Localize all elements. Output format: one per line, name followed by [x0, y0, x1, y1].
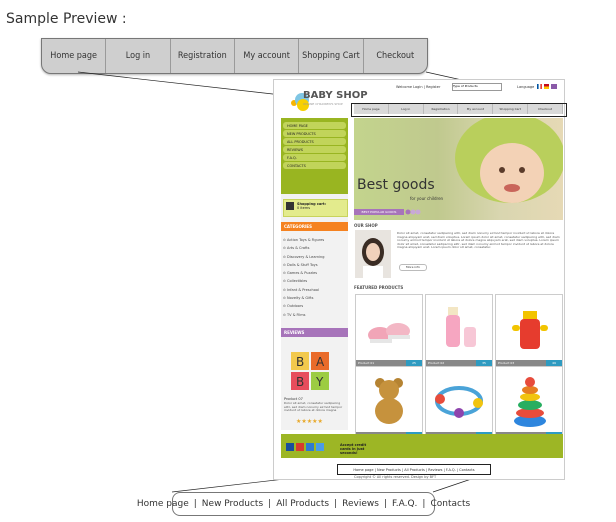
cards-text: Accept credit cards in just seconds!: [340, 443, 367, 455]
more-info-button[interactable]: More info: [399, 264, 427, 271]
magnified-top-menu: Home page Log in Registration My account…: [41, 38, 428, 74]
left-nav-home[interactable]: HOME PAGE: [283, 122, 346, 129]
product-name: Product 02: [428, 361, 445, 365]
logo-text: BABY SHOP: [303, 90, 368, 101]
separator: |: [383, 499, 387, 509]
our-shop-heading: OUR SHOP: [354, 223, 378, 228]
footer-new-products[interactable]: New Products: [202, 499, 263, 509]
shop-description: Dolor sit amet, consetetur sadipscing el…: [397, 231, 560, 250]
svg-text:A: A: [316, 355, 325, 369]
left-nav-all-products[interactable]: ALL PRODUCTS: [283, 138, 346, 145]
hero-subtitle: for your children: [410, 196, 444, 201]
left-nav-contacts[interactable]: CONTACTS: [283, 162, 346, 169]
baby-bottle-image: [446, 307, 476, 347]
separator: |: [422, 499, 426, 509]
svg-text:B: B: [296, 355, 304, 369]
logo-subtitle: ONLINE CHILDREN'S SHOP: [303, 102, 343, 106]
sippy-cup-image: [512, 311, 548, 349]
baby-blocks-image[interactable]: B A B Y: [291, 352, 329, 390]
slider-dots-icon[interactable]: [405, 209, 421, 215]
shoes-image: [368, 323, 410, 343]
hero-band-label: BEST POPULAR GOODS: [354, 209, 404, 215]
product-card[interactable]: Product 0527: [425, 366, 493, 439]
cart-items: 0 items: [297, 206, 311, 210]
category-item[interactable]: ⊙ Action Toys & Figures: [283, 236, 325, 244]
hero-title: Best goods: [357, 177, 435, 193]
footer-all-products[interactable]: All Products: [276, 499, 329, 509]
page-title: Sample Preview :: [6, 11, 127, 27]
categories-header: CATEGORIES: [281, 222, 348, 231]
magnified-footer-menu: Home page | New Products | All Products | R…: [137, 492, 470, 516]
product-card[interactable]: Product 0420: [355, 366, 423, 439]
credit-cards-icon: [286, 443, 324, 451]
category-item[interactable]: ⊙ Outdoors: [283, 302, 325, 310]
product-name: Product 01: [358, 361, 375, 365]
category-item[interactable]: ⊙ Arts & Crafts: [283, 244, 325, 252]
featured-products-heading: FEATURED PRODUCTS: [354, 285, 404, 290]
footer-faq[interactable]: F.A.Q.: [392, 499, 417, 509]
left-nav-faq[interactable]: F.A.Q.: [283, 154, 346, 161]
shop-photo-image: [355, 230, 391, 278]
product-name: Product 03: [498, 361, 515, 365]
product-card[interactable]: Product 02 35: [425, 294, 493, 367]
teddy-bear-image: [375, 378, 403, 424]
copyright: Copyright © All rights reserved. Design …: [354, 475, 437, 479]
category-list: ⊙ Action Toys & Figures ⊙ Arts & Crafts …: [283, 236, 325, 319]
cart-icon: [286, 202, 294, 210]
separator: |: [334, 499, 338, 509]
separator: |: [193, 499, 197, 509]
language-flags-icon[interactable]: [537, 84, 557, 89]
menu-checkout[interactable]: Checkout: [364, 39, 427, 73]
login-register-links[interactable]: Welcome Login | Register: [396, 85, 440, 89]
menu-shopping-cart[interactable]: Shopping Cart: [299, 39, 364, 73]
product-card[interactable]: Product 03 49: [495, 294, 563, 367]
product-type-select[interactable]: Type of Products: [452, 83, 502, 91]
nav-highlight-box: [351, 103, 567, 117]
category-item[interactable]: ⊙ Novelty & Gifts: [283, 294, 325, 302]
separator: |: [268, 499, 272, 509]
category-item[interactable]: ⊙ TV & Films: [283, 311, 325, 319]
svg-text:Y: Y: [315, 375, 324, 389]
review-text: Dolor sit amet, consetetur sadipscing el…: [284, 401, 343, 413]
review-rating-stars: ★★★★★: [296, 418, 323, 425]
left-nav-reviews[interactable]: REVIEWS: [283, 146, 346, 153]
baby-photo-image: [455, 118, 563, 203]
footer-contacts[interactable]: Contacts: [430, 499, 470, 509]
footer-home-page[interactable]: Home page: [137, 499, 189, 509]
site-footer-links[interactable]: Home page | New Products | All Products …: [337, 464, 491, 475]
menu-my-account[interactable]: My account: [235, 39, 300, 73]
product-card[interactable]: Product 0645: [495, 366, 563, 439]
svg-text:B: B: [296, 375, 304, 389]
rattle-ring-image: [435, 386, 483, 418]
category-item[interactable]: ⊙ Collectibles: [283, 277, 325, 285]
left-nav: HOME PAGE NEW PRODUCTS ALL PRODUCTS REVI…: [281, 118, 348, 194]
category-item[interactable]: ⊙ Dolls & Stuff Toys: [283, 261, 325, 269]
category-item[interactable]: ⊙ Infant & Preschool: [283, 286, 325, 294]
footer-reviews[interactable]: Reviews: [342, 499, 379, 509]
menu-log-in[interactable]: Log in: [106, 39, 171, 73]
language-label: Language: [517, 85, 535, 89]
reviews-header: REVIEWS: [281, 328, 348, 337]
menu-home-page[interactable]: Home page: [42, 39, 107, 73]
category-item[interactable]: ⊙ Discovery & Learning: [283, 253, 325, 261]
cart-summary: Shopping cart: 0 items: [297, 202, 326, 210]
left-nav-new-products[interactable]: NEW PRODUCTS: [283, 130, 346, 137]
product-card[interactable]: Product 01 25: [355, 294, 423, 367]
stacking-rings-image: [514, 377, 546, 427]
category-item[interactable]: ⊙ Games & Puzzles: [283, 269, 325, 277]
menu-registration[interactable]: Registration: [171, 39, 235, 73]
